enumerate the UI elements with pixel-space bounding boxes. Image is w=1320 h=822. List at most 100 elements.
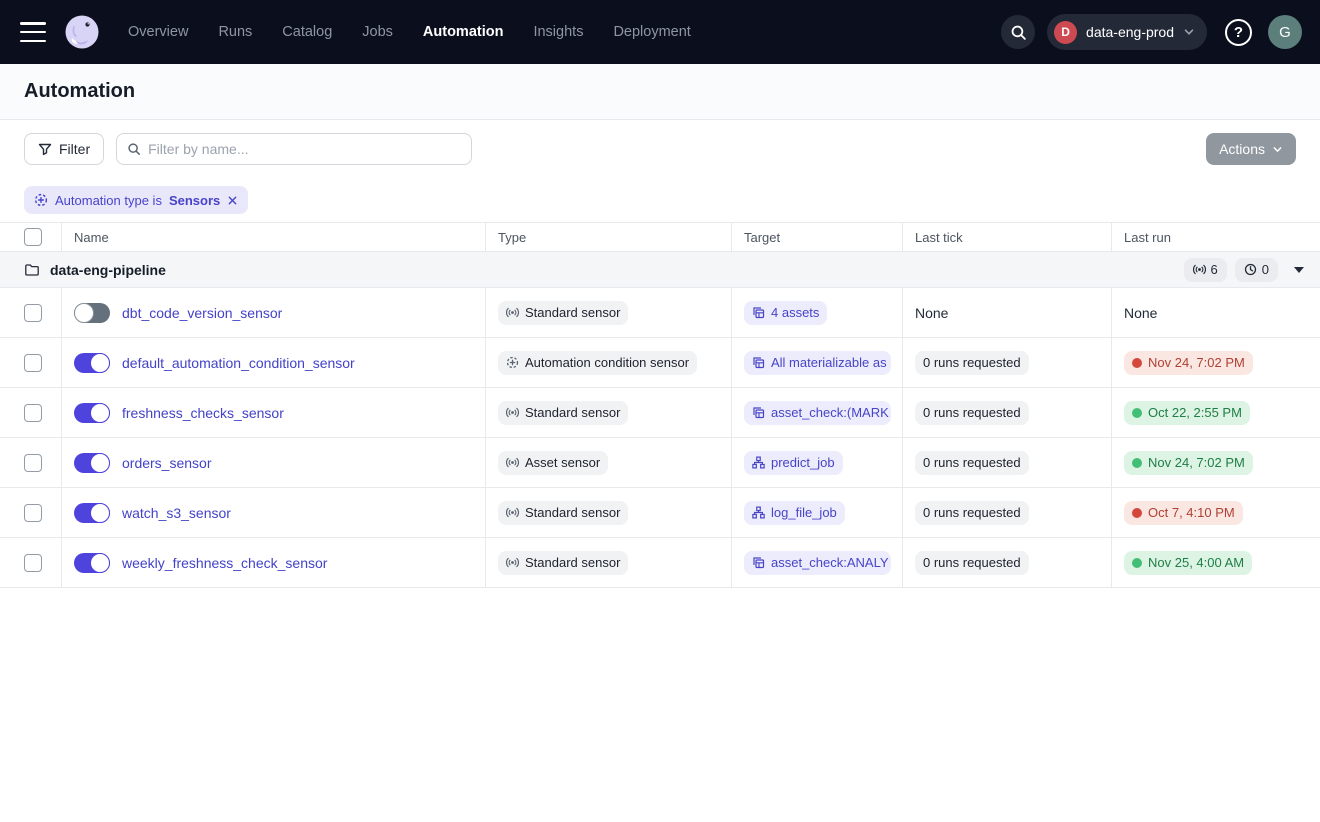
last-run-label: None — [1124, 305, 1157, 321]
run-status-dot — [1132, 358, 1142, 368]
funnel-icon — [38, 142, 52, 156]
last-run-label: Nov 24, 7:02 PM — [1148, 355, 1245, 370]
last-run-label: Nov 24, 7:02 PM — [1148, 455, 1245, 470]
job-graph-icon — [752, 456, 765, 469]
primary-nav: Overview Runs Catalog Jobs Automation In… — [128, 24, 691, 40]
sensor-toggle[interactable] — [74, 553, 110, 573]
last-run-label: Oct 22, 2:55 PM — [1148, 405, 1242, 420]
table-row: default_automation_condition_sensor Auto… — [0, 338, 1320, 388]
active-filters-row: Automation type is Sensors — [0, 178, 1320, 222]
last-tick-value: 0 runs requested — [915, 451, 1029, 475]
last-run-value[interactable]: None — [1124, 301, 1157, 325]
chevron-down-icon — [1183, 26, 1195, 38]
run-status-dot — [1132, 508, 1142, 518]
sensor-type-label: Standard sensor — [525, 405, 620, 420]
asset-icon — [752, 556, 765, 569]
last-run-label: Oct 7, 4:10 PM — [1148, 505, 1235, 520]
sensor-name-link[interactable]: default_automation_condition_sensor — [122, 355, 355, 371]
topnav-item[interactable]: Insights — [533, 24, 583, 40]
run-status-dot — [1132, 458, 1142, 468]
sensor-name-link[interactable]: orders_sensor — [122, 455, 212, 471]
toggle-knob — [74, 303, 94, 323]
target-label: All materializable as — [771, 355, 887, 370]
last-run-label: Nov 25, 4:00 AM — [1148, 555, 1244, 570]
topnav-item[interactable]: Runs — [218, 24, 252, 40]
sensor-count-badge: 6 — [1184, 258, 1227, 282]
name-filter-input[interactable] — [148, 141, 461, 157]
search-icon — [127, 142, 141, 156]
page-header: Automation — [0, 64, 1320, 120]
dagster-logo-icon[interactable] — [62, 12, 102, 52]
filter-button[interactable]: Filter — [24, 133, 104, 165]
sensor-toggle[interactable] — [74, 503, 110, 523]
sensor-toggle[interactable] — [74, 353, 110, 373]
target-link-badge[interactable]: predict_job — [744, 451, 843, 475]
sensor-type-label: Standard sensor — [525, 305, 620, 320]
sensor-name-link[interactable]: weekly_freshness_check_sensor — [122, 555, 327, 571]
column-header-target: Target — [732, 223, 903, 251]
table-row: weekly_freshness_check_sensor Standard s… — [0, 538, 1320, 588]
last-tick-value: 0 runs requested — [915, 551, 1029, 575]
sensor-name-link[interactable]: freshness_checks_sensor — [122, 405, 284, 421]
page-title: Automation — [24, 80, 135, 103]
sensor-name-link[interactable]: watch_s3_sensor — [122, 505, 231, 521]
sensor-toggle[interactable] — [74, 403, 110, 423]
target-link-badge[interactable]: asset_check:(MARK — [744, 401, 891, 425]
sensor-icon — [506, 506, 519, 519]
remove-filter-icon[interactable] — [227, 195, 238, 206]
last-tick-value: 0 runs requested — [915, 401, 1029, 425]
sensor-type-badge: Automation condition sensor — [498, 351, 697, 375]
filter-tag-prefix: Automation type is — [55, 193, 162, 208]
last-tick-value: 0 runs requested — [915, 351, 1029, 375]
table-row: dbt_code_version_sensor Standard sensor … — [0, 288, 1320, 338]
hamburger-menu-icon[interactable] — [20, 22, 46, 42]
last-run-value[interactable]: Oct 22, 2:55 PM — [1124, 401, 1250, 425]
toggle-knob — [90, 553, 110, 573]
table-row: orders_sensor Asset sensor predict_job 0… — [0, 438, 1320, 488]
sensor-toggle[interactable] — [74, 303, 110, 323]
last-run-value[interactable]: Nov 25, 4:00 AM — [1124, 551, 1252, 575]
target-label: 4 assets — [771, 305, 819, 320]
sensor-type-badge: Asset sensor — [498, 451, 608, 475]
sensor-type-badge: Standard sensor — [498, 501, 628, 525]
code-location-group-row[interactable]: data-eng-pipeline 6 0 — [0, 252, 1320, 288]
run-status-dot — [1132, 558, 1142, 568]
topnav-item[interactable]: Overview — [128, 24, 188, 40]
collapse-group-caret-icon[interactable] — [1294, 267, 1304, 273]
target-link-badge[interactable]: 4 assets — [744, 301, 827, 325]
help-button[interactable]: ? — [1225, 19, 1252, 46]
target-link-badge[interactable]: asset_check:ANALY — [744, 551, 891, 575]
select-all-checkbox[interactable] — [24, 228, 42, 246]
sensor-name-link[interactable]: dbt_code_version_sensor — [122, 305, 282, 321]
last-tick-value: 0 runs requested — [915, 501, 1029, 525]
target-label: predict_job — [771, 455, 835, 470]
toolbar: Filter Actions — [0, 120, 1320, 178]
row-checkbox[interactable] — [24, 304, 42, 322]
row-checkbox[interactable] — [24, 554, 42, 572]
last-run-value[interactable]: Oct 7, 4:10 PM — [1124, 501, 1243, 525]
automation-type-filter-tag[interactable]: Automation type is Sensors — [24, 186, 248, 214]
target-link-badge[interactable]: All materializable as — [744, 351, 891, 375]
row-checkbox[interactable] — [24, 354, 42, 372]
row-checkbox[interactable] — [24, 504, 42, 522]
topnav-item[interactable]: Deployment — [613, 24, 690, 40]
workspace-switcher[interactable]: D data-eng-prod — [1047, 14, 1207, 50]
global-search-button[interactable] — [1001, 15, 1035, 49]
workspace-badge: D — [1054, 21, 1077, 44]
topnav-item[interactable]: Automation — [423, 24, 504, 40]
topnav-item[interactable]: Catalog — [282, 24, 332, 40]
last-run-value[interactable]: Nov 24, 7:02 PM — [1124, 451, 1253, 475]
row-checkbox[interactable] — [24, 404, 42, 422]
row-checkbox[interactable] — [24, 454, 42, 472]
actions-button[interactable]: Actions — [1206, 133, 1296, 165]
sensor-icon — [1193, 263, 1206, 276]
target-link-badge[interactable]: log_file_job — [744, 501, 845, 525]
topnav-item[interactable]: Jobs — [362, 24, 393, 40]
last-run-value[interactable]: Nov 24, 7:02 PM — [1124, 351, 1253, 375]
asset-icon — [752, 356, 765, 369]
user-avatar[interactable]: G — [1268, 15, 1302, 49]
sensor-type-badge: Standard sensor — [498, 551, 628, 575]
sensor-toggle[interactable] — [74, 453, 110, 473]
last-tick-value: None — [915, 301, 948, 325]
automation-condition-icon — [506, 356, 519, 369]
